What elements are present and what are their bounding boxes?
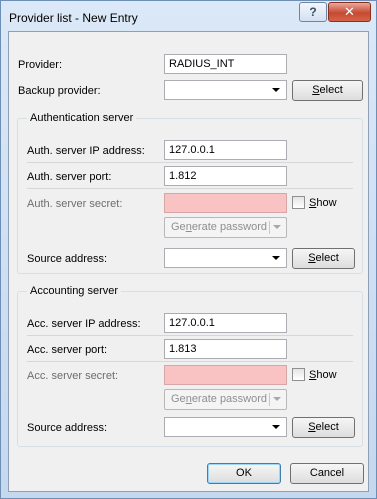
window-title: Provider list - New Entry bbox=[9, 11, 138, 25]
split-divider bbox=[269, 393, 270, 406]
close-icon: ✕ bbox=[344, 4, 355, 19]
acc-server-secret-label: Acc. server secret: bbox=[27, 370, 119, 382]
backup-provider-combo[interactable] bbox=[164, 80, 287, 100]
acc-show-checkbox[interactable]: Show bbox=[292, 368, 337, 381]
checkbox-box[interactable] bbox=[292, 196, 305, 209]
chevron-down-icon bbox=[272, 256, 280, 260]
divider bbox=[27, 162, 353, 163]
chevron-down-icon bbox=[272, 425, 280, 429]
auth-server-port-label: Auth. server port: bbox=[27, 171, 112, 183]
auth-server-port-input[interactable]: 1.812 bbox=[164, 166, 287, 186]
chevron-down-icon[interactable] bbox=[273, 225, 281, 229]
auth-server-secret-input[interactable] bbox=[164, 193, 287, 213]
divider bbox=[27, 188, 353, 189]
backup-provider-select-button[interactable]: Select bbox=[292, 80, 363, 101]
accounting-server-group-title: Accounting server bbox=[27, 285, 122, 297]
dialog-window: Provider list - New Entry ? ✕ Provider: … bbox=[0, 0, 377, 499]
acc-server-ip-label: Acc. server IP address: bbox=[27, 318, 141, 330]
chevron-down-icon[interactable] bbox=[273, 397, 281, 401]
select-mnemonic: S bbox=[312, 84, 320, 96]
acc-server-port-input[interactable]: 1.813 bbox=[164, 339, 287, 359]
auth-server-ip-input[interactable]: 127.0.0.1 bbox=[164, 140, 287, 160]
split-divider bbox=[269, 221, 270, 234]
auth-show-label: Show bbox=[309, 196, 337, 209]
acc-server-secret-input[interactable] bbox=[164, 365, 287, 385]
generate-password-label: Generate password bbox=[171, 221, 268, 233]
help-button[interactable]: ? bbox=[299, 2, 327, 22]
backup-provider-label: Backup provider: bbox=[18, 85, 101, 97]
select-label-rest: elect bbox=[319, 84, 343, 96]
auth-source-address-label: Source address: bbox=[27, 253, 108, 265]
auth-server-ip-label: Auth. server IP address: bbox=[27, 145, 145, 157]
ok-button[interactable]: OK bbox=[207, 463, 281, 484]
close-button[interactable]: ✕ bbox=[328, 2, 371, 22]
auth-server-secret-label: Auth. server secret: bbox=[27, 198, 123, 210]
acc-show-label: Show bbox=[309, 368, 337, 381]
cancel-button[interactable]: Cancel bbox=[290, 463, 364, 484]
help-icon: ? bbox=[309, 5, 317, 19]
title-bar[interactable]: Provider list - New Entry ? ✕ bbox=[1, 1, 376, 31]
divider bbox=[27, 361, 353, 362]
authentication-server-group-title: Authentication server bbox=[27, 112, 137, 124]
chevron-down-icon bbox=[272, 88, 280, 92]
generate-password-label: Generate password bbox=[171, 393, 268, 405]
acc-server-port-label: Acc. server port: bbox=[27, 344, 108, 356]
acc-server-ip-input[interactable]: 127.0.0.1 bbox=[164, 313, 287, 333]
acc-source-address-combo[interactable] bbox=[164, 417, 287, 437]
acc-source-address-label: Source address: bbox=[27, 422, 108, 434]
provider-input[interactable]: RADIUS_INT bbox=[164, 54, 287, 74]
auth-show-checkbox[interactable]: Show bbox=[292, 196, 337, 209]
auth-source-select-button[interactable]: Select bbox=[292, 248, 355, 269]
provider-label: Provider: bbox=[18, 59, 63, 71]
acc-source-select-button[interactable]: Select bbox=[292, 417, 355, 438]
auth-generate-password-button[interactable]: Generate password bbox=[164, 217, 287, 238]
auth-source-address-combo[interactable] bbox=[164, 248, 287, 268]
divider bbox=[27, 335, 353, 336]
checkbox-box[interactable] bbox=[292, 368, 305, 381]
dialog-client-area: Provider: RADIUS_INT Backup provider: Se… bbox=[8, 31, 369, 492]
acc-generate-password-button[interactable]: Generate password bbox=[164, 389, 287, 410]
